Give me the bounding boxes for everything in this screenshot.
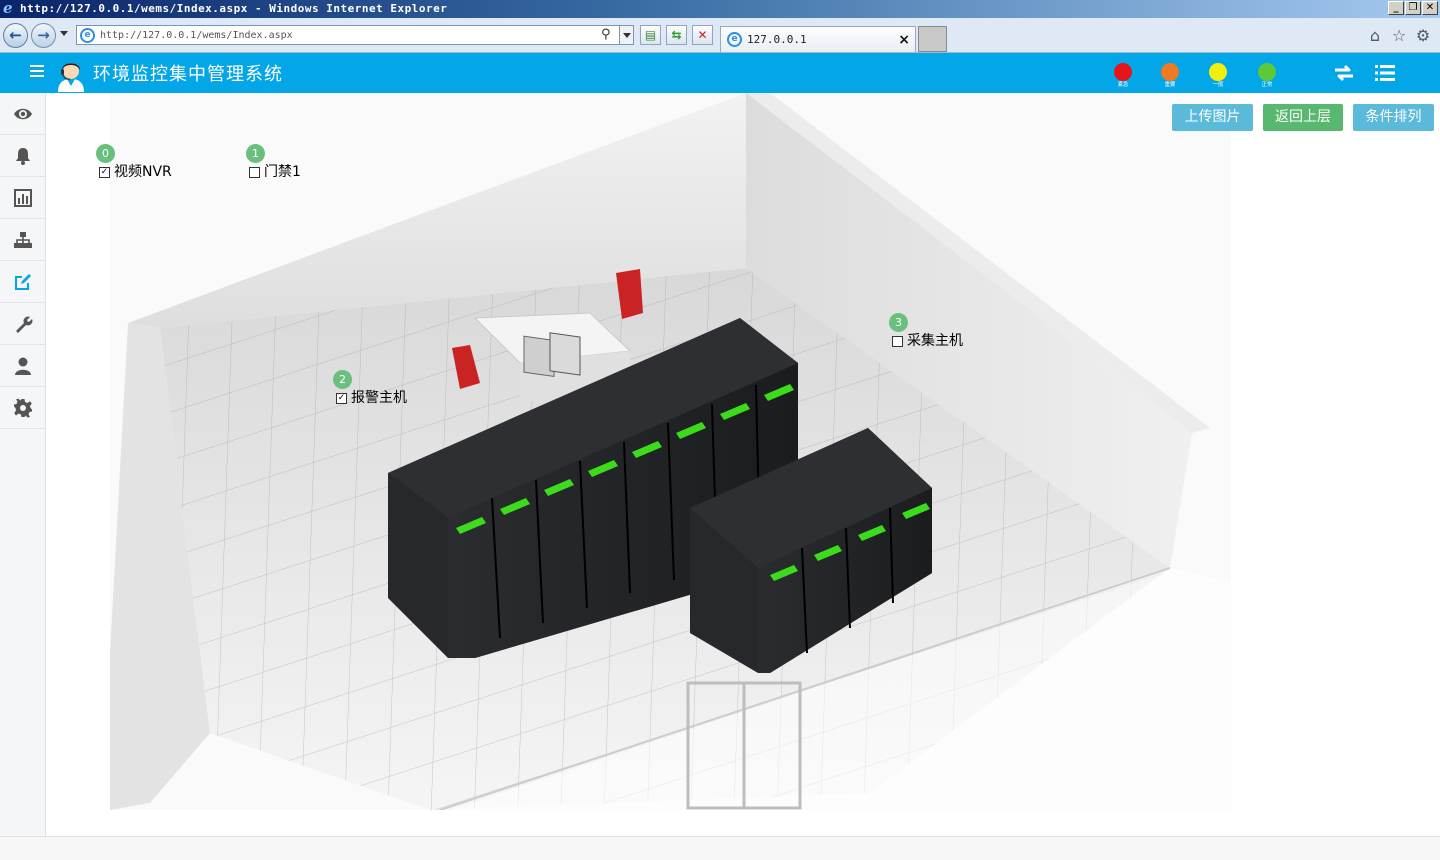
app-title: 环境监控集中管理系统 [93, 64, 283, 85]
window-title: http://127.0.0.1/wems/Index.aspx - Windo… [20, 2, 448, 15]
ie-page-icon: e [80, 28, 95, 43]
device-checkbox[interactable]: ✓ [336, 393, 347, 404]
status-label-urgent: 紧急 [1117, 81, 1129, 88]
sidebar-item-monitor[interactable] [0, 93, 45, 135]
refresh-icon: ⇆ [671, 28, 682, 42]
operator-avatar [58, 63, 84, 92]
bar-chart-icon [13, 188, 32, 207]
gear-icon [13, 398, 32, 417]
device-name[interactable]: 报警主机 [351, 389, 407, 407]
refresh-button[interactable]: ⇆ [666, 25, 687, 45]
bell-icon [15, 147, 30, 165]
stop-icon: ✕ [697, 28, 708, 42]
sidebar-item-settings[interactable] [0, 387, 45, 429]
device-name[interactable]: 采集主机 [907, 332, 963, 350]
status-dot-normal-level [1209, 63, 1227, 81]
server-room-floorplan [110, 93, 1231, 810]
wrench-icon [15, 316, 32, 333]
device-index-badge: 3 [889, 313, 908, 332]
stop-button[interactable]: ✕ [692, 25, 713, 45]
history-dropdown[interactable] [60, 31, 68, 36]
sidebar-item-alarms[interactable] [0, 135, 45, 177]
back-icon: ← [9, 26, 22, 44]
tab-label: 127.0.0.1 [747, 33, 807, 46]
browser-tab[interactable]: e 127.0.0.1 × [720, 26, 916, 52]
sitemap-icon [13, 231, 32, 248]
status-light-ok: 正常 [1257, 63, 1277, 89]
device-index-badge: 0 [96, 144, 115, 163]
address-dropdown[interactable] [619, 26, 633, 44]
minimize-button[interactable]: _ [1388, 1, 1404, 15]
device-index-badge: 1 [246, 144, 265, 163]
forward-icon: → [37, 26, 50, 44]
forward-button[interactable]: → [31, 23, 56, 48]
close-window-button[interactable]: ✕ [1422, 1, 1438, 15]
sidebar-item-reports[interactable] [0, 177, 45, 219]
device-index-badge: 2 [333, 370, 352, 389]
upload-image-button[interactable]: 上传图片 [1172, 104, 1253, 131]
device-name[interactable]: 视频NVR [114, 163, 172, 181]
status-light-normal-level: 一般 [1208, 63, 1228, 89]
home-icon[interactable]: ⌂ [1366, 27, 1384, 45]
status-label-normal-level: 一般 [1212, 81, 1224, 88]
window-title-bar: e http://127.0.0.1/wems/Index.aspx - Win… [0, 0, 1440, 18]
sidebar-item-maintenance[interactable] [0, 303, 45, 345]
sidebar-item-configure[interactable] [0, 261, 45, 303]
compat-view-button[interactable]: ▤ [640, 25, 661, 45]
sidebar [0, 93, 46, 836]
address-bar[interactable]: e http://127.0.0.1/wems/Index.aspx ⚲ [76, 25, 634, 45]
sort-by-condition-button[interactable]: 条件排列 [1353, 104, 1434, 131]
restore-button[interactable]: ❐ [1405, 1, 1421, 15]
tools-icon[interactable]: ⚙ [1414, 27, 1432, 45]
status-dot-important [1161, 63, 1179, 81]
ie-logo-icon: e [3, 0, 13, 17]
address-url[interactable]: http://127.0.0.1/wems/Index.aspx [100, 26, 293, 45]
eye-icon [13, 108, 32, 119]
device-checkbox[interactable] [249, 167, 260, 178]
device-checkbox[interactable] [892, 336, 903, 347]
search-icon[interactable]: ⚲ [601, 27, 617, 43]
user-icon [14, 357, 31, 375]
back-button[interactable]: ← [3, 23, 28, 48]
status-label-important: 重要 [1164, 81, 1176, 88]
window-controls: _ ❐ ✕ [1388, 1, 1438, 15]
ie-tab-icon: e [727, 32, 742, 47]
sidebar-item-topology[interactable] [0, 219, 45, 261]
status-dot-urgent [1114, 63, 1132, 81]
browser-nav-bar: ← → e http://127.0.0.1/wems/Index.aspx ⚲… [0, 18, 1440, 53]
refresh-icon[interactable] [1332, 61, 1356, 85]
status-light-urgent: 紧急 [1113, 63, 1133, 89]
new-tab-button[interactable] [918, 26, 947, 52]
compat-view-icon: ▤ [644, 28, 657, 42]
edit-icon [14, 273, 31, 290]
status-light-important: 重要 [1160, 63, 1180, 89]
back-to-parent-button[interactable]: 返回上层 [1263, 104, 1343, 131]
device-name[interactable]: 门禁1 [264, 163, 301, 181]
sidebar-item-users[interactable] [0, 345, 45, 387]
tab-close-button[interactable]: × [898, 27, 910, 53]
menu-toggle-icon[interactable] [30, 65, 44, 77]
device-checkbox[interactable]: ✓ [99, 167, 110, 178]
status-label-ok: 正常 [1261, 81, 1273, 88]
main-content: 上传图片 返回上层 条件排列 0 ✓ 视频NVR 1 门禁1 2 ✓ 报警主机 … [46, 93, 1440, 836]
status-bar [0, 836, 1440, 860]
list-icon[interactable] [1373, 61, 1397, 85]
app-header: 环境监控集中管理系统 紧急 重要 一般 正常 [0, 53, 1440, 93]
favorites-icon[interactable]: ☆ [1390, 27, 1408, 45]
status-dot-ok [1258, 63, 1276, 81]
